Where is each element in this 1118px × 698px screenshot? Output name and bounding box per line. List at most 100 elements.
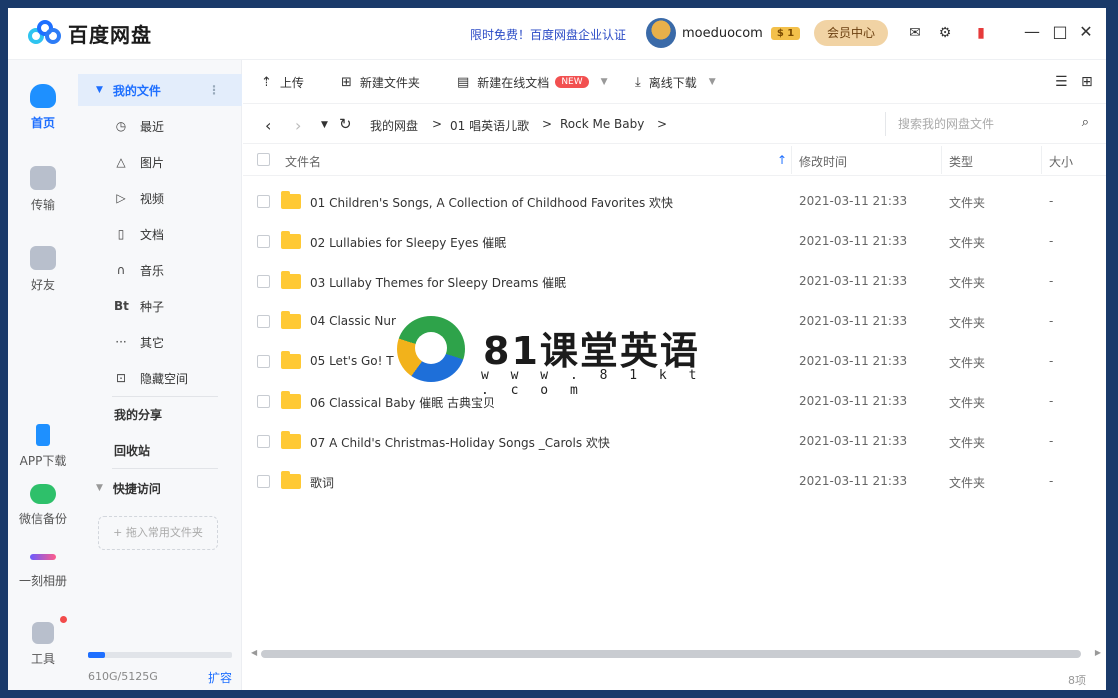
search-icon[interactable]: ⌕ [1082,115,1089,130]
column-divider[interactable] [941,146,942,174]
scrollbar-thumb[interactable] [261,650,1081,658]
upload-button[interactable]: ⇡ 上传 [261,72,304,92]
sidebar-item-recycle-bin[interactable]: 回收站 [78,434,242,466]
file-name[interactable]: 歌词 [310,474,334,491]
refresh-icon[interactable]: ↻ [339,115,352,133]
minimize-icon[interactable]: — [1022,22,1042,42]
sidebar-item-video[interactable]: ▷ 视频 [78,182,242,214]
file-name[interactable]: 07 A Child's Christmas-Holiday Songs _Ca… [310,434,610,451]
sidebar-item-images[interactable]: △ 图片 [78,146,242,178]
cloud-logo-icon [28,20,62,46]
nav-home[interactable]: 首页 [8,84,78,131]
sidebar-item-my-files[interactable]: ▼ 我的文件 ⋮ [78,74,242,106]
breadcrumb-root[interactable]: 我的网盘 [370,117,418,134]
row-checkbox[interactable] [257,275,270,288]
new-badge: NEW [555,76,589,88]
table-row[interactable]: 01 Children's Songs, A Collection of Chi… [243,182,1106,222]
scroll-left-icon[interactable]: ◀ [251,648,257,657]
avatar[interactable] [646,18,676,48]
expand-storage-link[interactable]: 扩容 [208,669,232,686]
row-checkbox[interactable] [257,315,270,328]
caret-down-icon[interactable]: ▼ [601,77,608,87]
sidebar-item-music[interactable]: ∩ 音乐 [78,254,242,286]
column-header-size[interactable]: 大小 [1049,153,1073,170]
promo-link[interactable]: 限时免费！百度网盘企业认证 [470,26,626,43]
breadcrumb-bar: ‹ › ▼ ↻ 我的网盘 > 01 唱英语儿歌 > Rock Me Baby >… [243,104,1106,144]
file-name[interactable]: 01 Children's Songs, A Collection of Chi… [310,194,673,211]
more-vertical-icon[interactable]: ⋮ [208,83,220,97]
bt-icon: Bt [114,299,129,313]
close-icon[interactable]: ✕ [1076,22,1096,42]
file-name[interactable]: 02 Lullabies for Sleepy Eyes 催眠 [310,234,506,251]
sort-icon[interactable]: ☰ [1055,72,1068,92]
nav-tools[interactable]: 工具 [8,616,78,667]
friends-icon [30,246,56,270]
scroll-right-icon[interactable]: ▶ [1095,648,1101,657]
search-input[interactable] [898,114,1068,134]
new-folder-button[interactable]: ⊞ 新建文件夹 [341,72,420,92]
quick-access-dropzone[interactable]: + 拖入常用文件夹 [98,516,218,550]
red-packet-icon[interactable]: ▮ [972,24,990,42]
horizontal-scrollbar[interactable]: ◀ ▶ [251,648,1101,660]
table-row[interactable]: 03 Lullaby Themes for Sleepy Dreams 催眠 2… [243,262,1106,302]
row-checkbox[interactable] [257,475,270,488]
file-mtime: 2021-03-11 21:33 [799,394,908,408]
forward-icon[interactable]: › [295,116,301,135]
sidebar-item-torrents[interactable]: Bt 种子 [78,290,242,322]
column-header-name[interactable]: 文件名 [285,153,321,170]
sidebar-item-recent[interactable]: ◷ 最近 [78,110,242,142]
file-size: - [1049,434,1054,448]
nav-moment-album[interactable]: 一刻相册 [8,548,78,589]
sidebar-item-documents[interactable]: ▯ 文档 [78,218,242,250]
folder-icon [281,231,301,249]
nav-friends[interactable]: 好友 [8,246,78,293]
grid-view-icon[interactable]: ⊞ [1081,72,1093,92]
vip-center-button[interactable]: 会员中心 [814,20,888,46]
maximize-icon[interactable]: □ [1050,22,1070,42]
file-name[interactable]: 04 Classic Nur [310,314,396,328]
column-header-type[interactable]: 类型 [949,153,973,170]
wechat-icon [30,484,56,504]
nav-wechat-backup[interactable]: 微信备份 [8,484,78,527]
new-online-doc-button[interactable]: ▤ 新建在线文档 NEW ▼ [457,72,608,92]
table-row[interactable]: 歌词 2021-03-11 21:33 文件夹 - [243,462,1106,502]
play-icon: ▷ [116,191,126,205]
sidebar-item-my-share[interactable]: 我的分享 [78,398,242,430]
file-mtime: 2021-03-11 21:33 [799,194,908,208]
sort-asc-icon[interactable]: ↑ [777,153,787,167]
row-checkbox[interactable] [257,355,270,368]
column-divider[interactable] [791,146,792,174]
gear-icon[interactable]: ⚙ [936,24,954,42]
file-name[interactable]: 05 Let's Go! T [310,354,394,368]
select-all-checkbox[interactable] [257,153,270,166]
toolbar: ⇡ 上传 ⊞ 新建文件夹 ▤ 新建在线文档 NEW ▼ ⤓ 离线下载 ▼ ☰ ⊞ [243,60,1106,104]
row-checkbox[interactable] [257,235,270,248]
row-checkbox[interactable] [257,435,270,448]
document-icon: ▯ [117,227,125,241]
column-header-mtime[interactable]: 修改时间 [799,153,847,170]
file-type: 文件夹 [949,356,986,370]
breadcrumb-level1[interactable]: 01 唱英语儿歌 [450,117,529,134]
mail-icon[interactable]: ✉ [906,24,924,42]
table-row[interactable]: 07 A Child's Christmas-Holiday Songs _Ca… [243,422,1106,462]
file-type: 文件夹 [949,436,986,450]
history-dropdown-icon[interactable]: ▼ [321,120,328,130]
left-nav: 首页 传输 好友 APP下载 微信备份 一刻相册 工具 [8,60,78,690]
file-name[interactable]: 06 Classical Baby 催眠 古典宝贝 [310,394,495,411]
file-name[interactable]: 03 Lullaby Themes for Sleepy Dreams 催眠 [310,274,566,291]
table-row[interactable]: 02 Lullabies for Sleepy Eyes 催眠 2021-03-… [243,222,1106,262]
nav-app-download[interactable]: APP下载 [8,424,78,469]
sidebar-item-quick-access[interactable]: ▼ 快捷访问 [78,472,242,504]
sidebar-item-other[interactable]: ··· 其它 [78,326,242,358]
offline-download-button[interactable]: ⤓ 离线下载 ▼ [635,72,716,92]
nav-transfer[interactable]: 传输 [8,166,78,213]
sidebar-item-hidden-space[interactable]: ⊡ 隐藏空间 [78,362,242,394]
row-checkbox[interactable] [257,195,270,208]
column-divider[interactable] [1041,146,1042,174]
breadcrumb-level2[interactable]: Rock Me Baby [560,117,644,131]
user-profile[interactable]: moeduocom $ 1 [646,18,801,48]
caret-down-icon[interactable]: ▼ [709,77,716,87]
row-checkbox[interactable] [257,395,270,408]
caret-down-icon: ▼ [96,85,103,95]
back-icon[interactable]: ‹ [265,116,271,135]
